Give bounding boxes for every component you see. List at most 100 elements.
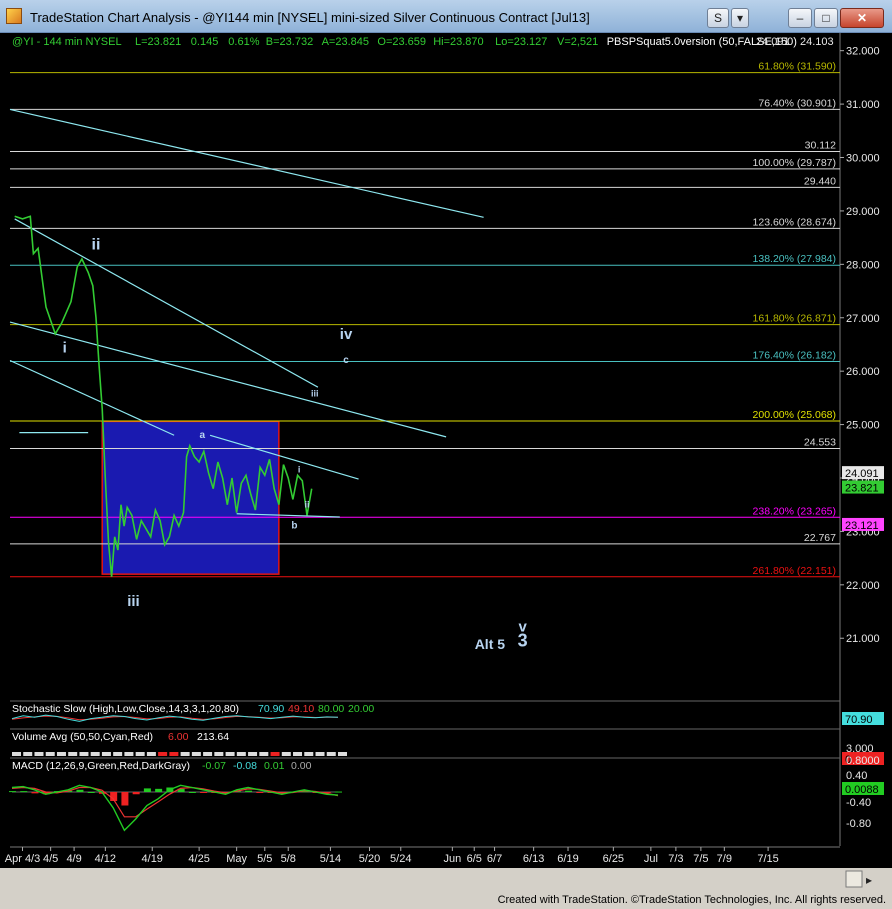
date-tick-label-19: 7/3 [668,853,683,865]
wave-label-5: iii [311,388,319,398]
wave-label-11: 3 [518,630,528,650]
macd-hist-bar-6 [76,789,84,792]
level-label-10: 24.553 [804,436,836,448]
date-tick-label-9: 5/14 [320,853,341,865]
stochastic-marker-label: 70.90 [845,714,873,726]
macd-hist-bar-29 [335,791,342,793]
macd-tick-label-3: -0.40 [846,797,871,809]
date-tick-label-12: Jun [443,853,461,865]
wave-label-6: a [199,430,205,441]
macd-value-0: -0.07 [202,760,226,772]
scroll-right-arrow-icon: ▸ [866,873,872,887]
level-label-12: 22.767 [804,532,836,544]
macd-hist-bar-10 [121,792,129,806]
maximize-button[interactable]: □ [814,8,838,28]
price-marker-label-2: 23.121 [845,520,879,532]
price-tick-label-0: 32.000 [846,46,880,58]
header-field-7: Lo=23.127 [495,36,547,48]
wave-label-3: iv [340,326,353,343]
date-tick-label-15: 6/13 [523,853,544,865]
volume-bar-11 [135,752,145,756]
macd-hist-bar-22 [256,792,264,793]
window-titlebar: TradeStation Chart Analysis - @YI144 min… [0,0,892,33]
header-field-6: Hi=23.870 [433,36,483,48]
level-label-11: 238.20% (23.265) [753,505,836,517]
macd-tick-label-4: -0.80 [846,818,871,830]
volume-bar-23 [270,752,280,756]
header-field-5: O=23.659 [377,36,426,48]
level-label-0: 61.80% (31.590) [758,61,836,73]
stochastic-value-0: 70.90 [258,703,284,715]
volume-bar-17 [203,752,213,756]
wave-label-9: b [291,521,297,532]
date-tick-label-18: Jul [644,853,658,865]
date-tick-label-8: 5/8 [281,853,296,865]
volume-bar-7 [90,752,100,756]
macd-hist-bar-12 [143,788,151,792]
volume-bar-14 [169,752,179,756]
date-tick-label-0: Apr 4/3 [5,853,40,865]
wave-label-12: Alt 5 [475,636,506,652]
price-tick-label-1: 31.000 [846,99,880,111]
volume-bar-29 [338,752,347,756]
volume-bar-2 [34,752,44,756]
date-tick-label-14: 6/7 [487,853,502,865]
volume-bar-6 [79,752,89,756]
price-marker-label-0: 24.091 [845,468,879,480]
date-tick-label-16: 6/19 [557,853,578,865]
date-tick-label-20: 7/5 [693,853,708,865]
macd-hist-bar-0 [9,791,16,793]
level-label-4: 29.440 [804,175,836,187]
status-bar: Created with TradeStation. ©TradeStation… [0,892,892,909]
tradestation-app-icon [6,8,22,24]
volume-value-1: 213.64 [197,731,229,743]
macd-hist-bar-16 [188,792,196,793]
volume-bar-1 [23,752,33,756]
macd-title: MACD (12,26,9,Green,Red,DarkGray) [12,760,190,772]
volume-bar-20 [236,752,246,756]
stochastic-value-1: 49.10 [288,703,314,715]
price-tick-label-10: 22.000 [846,580,880,592]
horizontal-scrollbar[interactable] [0,868,892,892]
header-field-0: L=23.821 [135,36,181,48]
date-tick-label-3: 4/12 [95,853,116,865]
volume-bar-5 [68,752,78,756]
volume-bar-10 [124,752,134,756]
status-credit: Created with TradeStation. ©TradeStation… [497,894,886,906]
header-right-value-1: 24.103 [800,36,834,48]
stochastic-title: Stochastic Slow (High,Low,Close,14,3,3,1… [12,703,239,715]
scrollbar-thumb [845,870,863,888]
volume-bar-9 [113,752,123,756]
wave-label-1: i [63,339,67,356]
minimize-button[interactable]: – [788,8,812,28]
date-tick-label-11: 5/24 [390,853,411,865]
price-tick-label-4: 28.000 [846,259,880,271]
symbol-link-button[interactable]: S [707,8,729,28]
volume-bar-16 [191,752,201,756]
price-tick-label-7: 25.000 [846,420,880,432]
macd-value-3: 0.00 [291,760,312,772]
wave-label-2: iii [127,593,140,610]
volume-bar-18 [214,752,224,756]
chart-area[interactable]: 61.80% (31.590) 76.40% (30.901) 30.112 100.… [0,33,892,892]
chevron-down-icon[interactable]: ▾ [731,8,749,28]
close-button[interactable]: ✕ [840,8,884,28]
macd-hist-bar-11 [132,792,140,795]
level-label-6: 138.20% (27.984) [753,253,836,265]
header-field-2: 0.61% [228,36,259,48]
stochastic-value-2: 80.00 [318,703,344,715]
window-title: TradeStation Chart Analysis - @YI144 min… [30,10,590,25]
volume-bar-0 [12,752,21,756]
volume-bar-21 [248,752,258,756]
wave-label-8: ii [304,499,309,509]
date-tick-label-10: 5/20 [359,853,380,865]
macd-hist-bar-2 [31,792,39,794]
price-tick-label-11: 21.000 [846,633,880,645]
macd-hist-bar-1 [20,791,28,793]
volume-bar-22 [259,752,269,756]
level-label-3: 100.00% (29.787) [753,157,836,169]
volume-value-0: 6.00 [168,731,189,743]
macd-hist-bar-17 [200,792,208,793]
macd-marker-label: 0.0088 [845,784,879,796]
level-label-9: 200.00% (25.068) [753,409,836,421]
